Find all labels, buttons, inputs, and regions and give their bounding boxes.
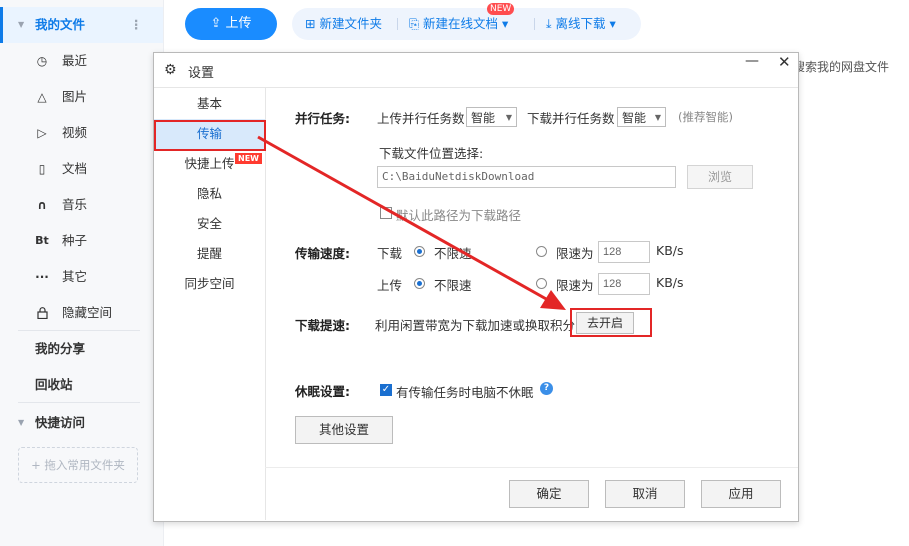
annotation-arrow-line <box>257 135 549 302</box>
annotation-arrow-head <box>540 290 566 310</box>
annotation-arrow <box>257 135 566 310</box>
